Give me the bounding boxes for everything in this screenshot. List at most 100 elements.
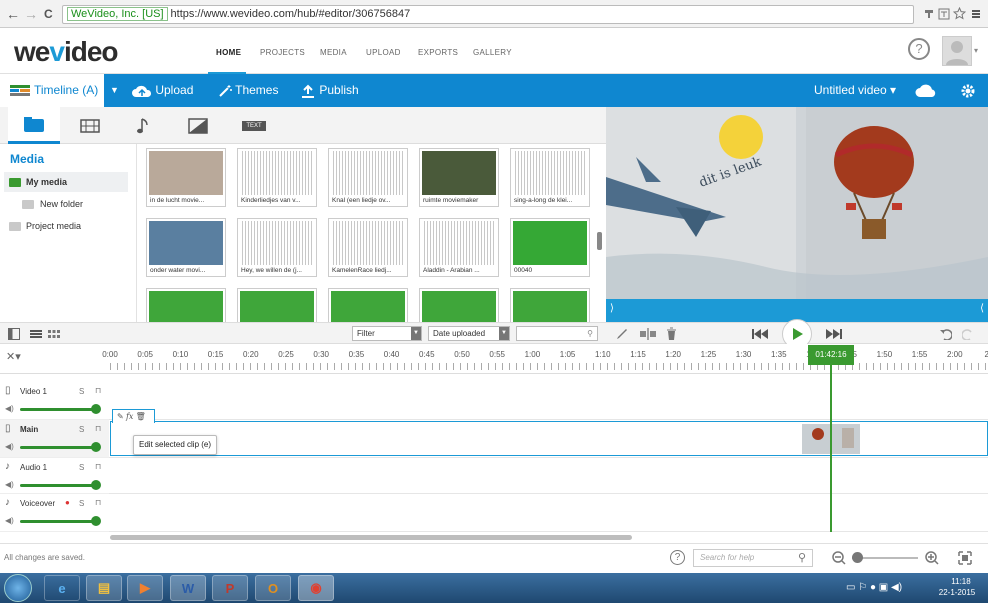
- forward-button[interactable]: →: [24, 6, 38, 22]
- taskbar-app-icon[interactable]: ▤: [86, 575, 122, 601]
- lock-icon[interactable]: ⊓: [95, 386, 101, 395]
- volume-slider[interactable]: [20, 520, 96, 523]
- help-search-input[interactable]: Search for help ⚲: [693, 549, 813, 567]
- edit-clip-icon[interactable]: ✎: [117, 412, 124, 421]
- filter-select[interactable]: Filter ▼: [352, 326, 422, 341]
- solo-button[interactable]: S: [79, 425, 84, 434]
- pencil-icon[interactable]: [616, 328, 628, 340]
- taskbar-app-icon[interactable]: O: [255, 575, 291, 601]
- media-thumbnail[interactable]: [328, 288, 408, 322]
- record-icon[interactable]: ●: [65, 498, 70, 507]
- address-bar[interactable]: WeVideo, Inc. [US] https://www.wevideo.co…: [62, 5, 914, 24]
- menu-icon[interactable]: [970, 8, 982, 20]
- skip-forward-icon[interactable]: [826, 329, 842, 339]
- volume-slider[interactable]: [20, 484, 96, 487]
- volume-slider[interactable]: [20, 446, 96, 449]
- nav-projects[interactable]: PROJECTS: [260, 48, 305, 57]
- media-thumbnail[interactable]: sing-a-long de klei...: [510, 148, 590, 207]
- publish-button[interactable]: Publish: [300, 74, 359, 107]
- volume-icon[interactable]: ◀): [5, 516, 14, 525]
- avatar-dropdown-icon[interactable]: ▾: [974, 46, 978, 55]
- volume-icon[interactable]: ◀): [5, 404, 14, 413]
- skip-back-icon[interactable]: [752, 329, 768, 339]
- cloud-icon[interactable]: [915, 84, 937, 98]
- sort-select[interactable]: Date uploaded ▼: [428, 326, 510, 341]
- zoom-out-icon[interactable]: [832, 551, 846, 565]
- list-view-icon[interactable]: [30, 329, 42, 339]
- delete-clip-icon[interactable]: 🗑: [136, 412, 146, 421]
- redo-icon[interactable]: [962, 327, 974, 340]
- track-lane[interactable]: [109, 382, 988, 420]
- solo-button[interactable]: S: [79, 499, 84, 508]
- themes-button[interactable]: Themes: [218, 74, 278, 107]
- start-button[interactable]: [4, 574, 32, 602]
- playhead-time[interactable]: 01:42:16: [808, 345, 854, 365]
- nav-media[interactable]: MEDIA: [320, 48, 347, 57]
- avatar[interactable]: [942, 36, 972, 66]
- track-lane[interactable]: [109, 458, 988, 494]
- media-thumbnail[interactable]: in de lucht movie...: [146, 148, 226, 207]
- sidebar-item-my-media[interactable]: My media: [4, 172, 128, 192]
- split-icon[interactable]: [640, 328, 656, 340]
- volume-slider[interactable]: [20, 408, 96, 411]
- nav-exports[interactable]: EXPORTS: [418, 48, 458, 57]
- media-thumbnail[interactable]: onder water movi...: [146, 218, 226, 277]
- tab-transitions[interactable]: [172, 107, 224, 144]
- sidebar-item-new-folder[interactable]: New folder: [4, 194, 128, 214]
- volume-icon[interactable]: ◀): [5, 442, 14, 451]
- media-thumbnail[interactable]: 00040: [510, 218, 590, 277]
- media-search-input[interactable]: ⚲: [516, 326, 598, 341]
- tab-text[interactable]: TEXT: [228, 107, 280, 144]
- track-lane[interactable]: [109, 494, 988, 532]
- media-thumbnail[interactable]: ruimte moviemaker: [419, 148, 499, 207]
- trim-start-handle[interactable]: ⟩: [610, 303, 614, 314]
- timeline-dropdown-icon[interactable]: ▼: [110, 74, 119, 107]
- back-button[interactable]: ←: [6, 6, 20, 22]
- translate-icon[interactable]: [938, 8, 950, 20]
- timeline-tab[interactable]: Timeline (A): [0, 74, 104, 107]
- timeline-scrollbar[interactable]: [110, 535, 632, 540]
- solo-button[interactable]: S: [79, 463, 84, 472]
- star-icon[interactable]: [953, 7, 966, 20]
- media-thumbnail[interactable]: KamelenRace liedj...: [328, 218, 408, 277]
- tools-icon[interactable]: ✕▾: [6, 350, 21, 363]
- extension-icon[interactable]: [923, 8, 935, 20]
- trash-icon[interactable]: [666, 327, 677, 340]
- media-thumbnail[interactable]: [237, 288, 317, 322]
- media-thumbnail[interactable]: Knal (een liedje ov...: [328, 148, 408, 207]
- tab-video[interactable]: [64, 107, 116, 144]
- lock-icon[interactable]: ⊓: [95, 424, 101, 433]
- video-title-dropdown[interactable]: Untitled video ▾: [814, 74, 896, 107]
- nav-gallery[interactable]: GALLERY: [473, 48, 512, 57]
- undo-icon[interactable]: [940, 327, 952, 340]
- media-thumbnail[interactable]: [419, 288, 499, 322]
- media-thumbnail[interactable]: Hey, we willen de (j...: [237, 218, 317, 277]
- help-button[interactable]: ?: [908, 38, 930, 60]
- media-thumbnail[interactable]: Kinderliedjes van v...: [237, 148, 317, 207]
- tab-my-media[interactable]: [8, 107, 60, 144]
- media-thumbnail[interactable]: [510, 288, 590, 322]
- volume-icon[interactable]: ◀): [5, 480, 14, 489]
- gear-icon[interactable]: [960, 83, 976, 99]
- tray-icons[interactable]: ▭ ⚐ ● ▣ ◀): [846, 582, 902, 593]
- nav-upload[interactable]: UPLOAD: [366, 48, 401, 57]
- trim-end-handle[interactable]: ⟨: [980, 303, 984, 314]
- zoom-in-icon[interactable]: [925, 551, 939, 565]
- media-scrollbar[interactable]: [597, 232, 602, 250]
- taskbar-app-icon[interactable]: ◉: [298, 575, 334, 601]
- nav-home[interactable]: HOME: [216, 48, 241, 57]
- volume-knob[interactable]: [91, 516, 101, 526]
- taskbar-app-icon[interactable]: W: [170, 575, 206, 601]
- taskbar-app-icon[interactable]: e: [44, 575, 80, 601]
- tab-audio[interactable]: [118, 107, 170, 144]
- collapse-panel-icon[interactable]: [8, 328, 20, 340]
- media-thumbnail[interactable]: Aladdin - Arabian ...: [419, 218, 499, 277]
- media-thumbnail[interactable]: [146, 288, 226, 322]
- volume-knob[interactable]: [91, 480, 101, 490]
- upload-button[interactable]: Upload: [132, 74, 193, 107]
- sidebar-item-project-media[interactable]: Project media: [4, 216, 128, 236]
- help-circle-icon[interactable]: ?: [670, 550, 685, 565]
- zoom-slider-knob[interactable]: [852, 552, 863, 563]
- reload-button[interactable]: C: [44, 7, 53, 21]
- fit-timeline-icon[interactable]: [958, 551, 972, 565]
